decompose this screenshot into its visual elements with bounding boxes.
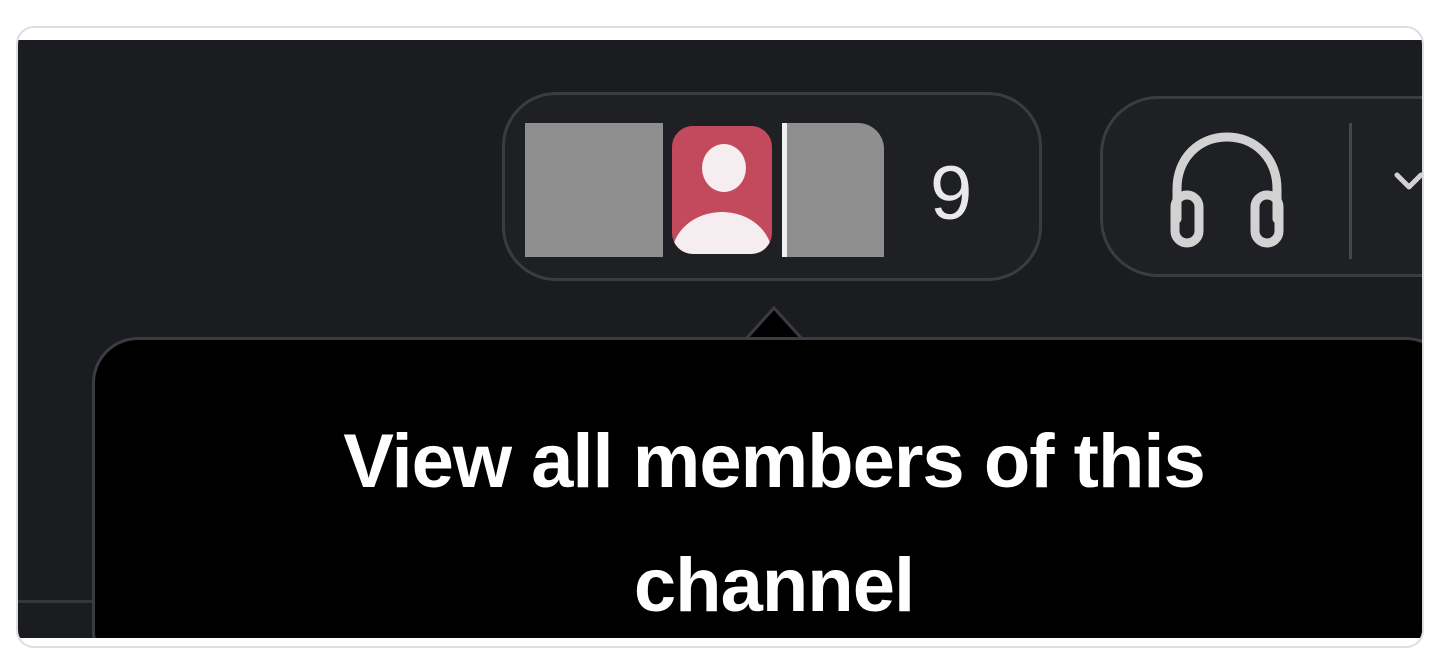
tooltip-text: View all members of this channel bbox=[343, 419, 1206, 628]
member-avatar-default bbox=[669, 123, 775, 257]
member-avatar-redacted bbox=[782, 123, 884, 257]
huddle-separator bbox=[1349, 123, 1352, 259]
chevron-down-icon[interactable] bbox=[1389, 159, 1424, 199]
member-avatar-redacted bbox=[525, 123, 663, 257]
screenshot-frame: 9 View all members of this channel bbox=[16, 26, 1424, 648]
member-count: 9 bbox=[930, 151, 973, 236]
headphones-icon bbox=[1170, 132, 1284, 248]
avatar-person-head bbox=[702, 144, 746, 192]
members-tooltip: View all members of this channel bbox=[92, 337, 1422, 638]
view-members-button[interactable]: 9 bbox=[502, 92, 1042, 281]
huddle-button[interactable] bbox=[1100, 96, 1424, 277]
avatar-person-shoulders bbox=[672, 212, 772, 254]
slack-channel-header: 9 View all members of this channel bbox=[18, 40, 1424, 638]
